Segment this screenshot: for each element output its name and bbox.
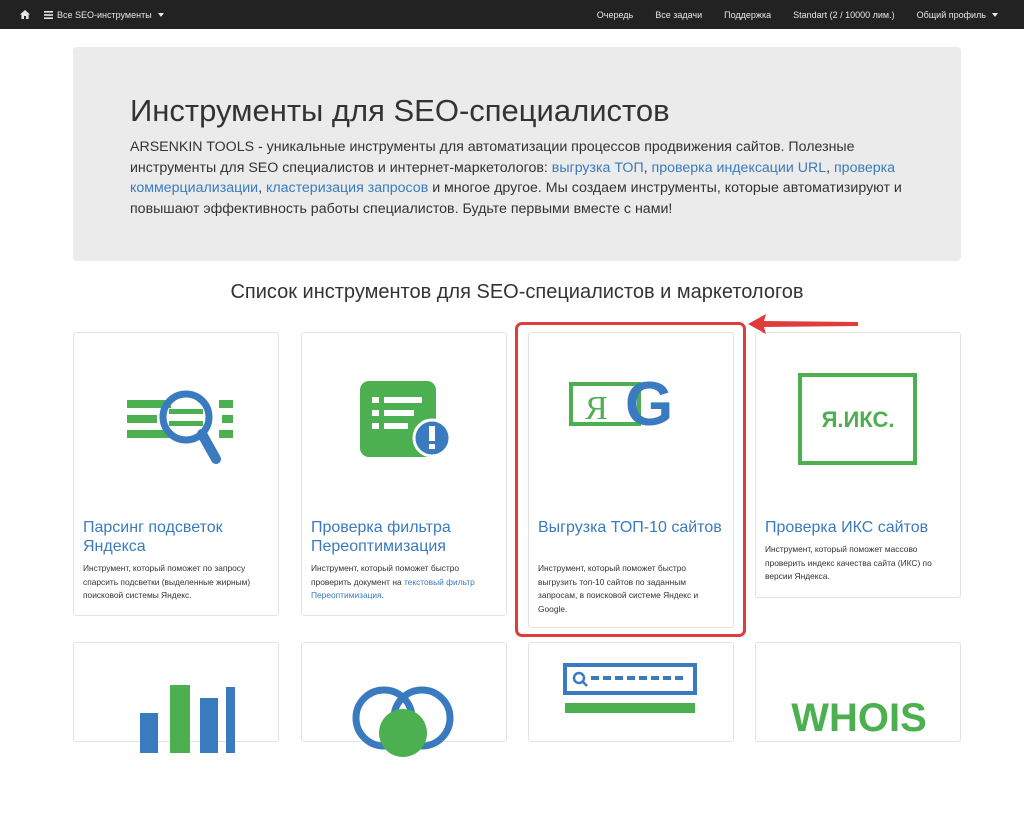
page-title: Инструменты для SEO-специалистов	[130, 93, 670, 128]
whois-text: WHOIS	[791, 696, 927, 740]
hero-banner: Инструменты для SEO-специалистов ARSENKI…	[73, 47, 961, 261]
yaiks-text: Я.ИКС.	[822, 407, 895, 432]
card-title[interactable]: Проверка ИКС сайтов	[765, 518, 955, 537]
document-warning-icon	[302, 333, 508, 508]
tool-card-row2-3[interactable]	[528, 642, 734, 742]
tool-card-iks[interactable]: Я.ИКС. Проверка ИКС сайтов Инструмент, к…	[755, 332, 961, 598]
whois-logo-icon: WHOIS	[756, 643, 962, 818]
separator: ,	[826, 159, 834, 176]
menu-icon	[44, 10, 53, 19]
plan-link[interactable]: Standart (2 / 10000 лим.)	[793, 10, 895, 20]
arrow-left-icon	[748, 314, 858, 334]
tools-menu-label: Все SEO-инструменты	[57, 9, 152, 20]
bar-chart-icon	[74, 643, 280, 818]
tool-card-row2-2[interactable]	[301, 642, 507, 757]
home-icon	[20, 10, 30, 19]
separator: ,	[258, 180, 266, 196]
card-title[interactable]: Проверка фильтра Переоптимизация	[311, 518, 501, 556]
tools-menu[interactable]: Все SEO-инструменты	[44, 10, 164, 20]
chevron-down-icon	[992, 12, 998, 17]
card-description: Инструмент, который поможет быстро прове…	[311, 562, 499, 603]
search-icon	[74, 333, 280, 508]
hero-description: ARSENKIN TOOLS - уникальные инструменты …	[130, 137, 920, 219]
home-link[interactable]	[20, 10, 30, 19]
separator: ,	[643, 159, 652, 176]
tool-card-overoptimization[interactable]: Проверка фильтра Переоптимизация Инструм…	[301, 332, 507, 616]
search-bar-icon	[529, 643, 735, 818]
top-navbar: Все SEO-инструменты Очередь Все задачи П…	[0, 0, 1024, 29]
queue-link[interactable]: Очередь	[597, 10, 633, 20]
link-url-indexing[interactable]: проверка индексации URL	[652, 160, 827, 176]
yaiks-logo-icon: Я.ИКС.	[756, 333, 962, 508]
card-title[interactable]: Парсинг подсветок Яндекса	[83, 518, 273, 556]
desc-text: .	[381, 590, 384, 600]
circles-icon	[302, 643, 508, 818]
tool-card-row2-4[interactable]: WHOIS	[755, 642, 961, 742]
chevron-down-icon	[157, 12, 164, 17]
tool-card-row2-1[interactable]	[73, 642, 279, 753]
link-top-export[interactable]: выгрузка ТОП	[552, 160, 644, 176]
link-clustering[interactable]: кластеризация запросов	[266, 180, 428, 196]
highlight-frame	[515, 322, 746, 637]
support-link[interactable]: Поддержка	[724, 10, 771, 20]
profile-menu-label: Общий профиль	[916, 9, 986, 20]
card-description: Инструмент, который поможет по запросу с…	[83, 563, 251, 600]
all-tasks-link[interactable]: Все задачи	[655, 10, 702, 20]
tool-card-highlights[interactable]: Парсинг подсветок Яндекса Инструмент, ко…	[73, 332, 279, 616]
profile-menu[interactable]: Общий профиль	[917, 10, 998, 20]
section-title: Список инструментов для SEO-специалистов…	[230, 281, 804, 303]
card-description: Инструмент, который поможет массово пров…	[765, 544, 932, 581]
